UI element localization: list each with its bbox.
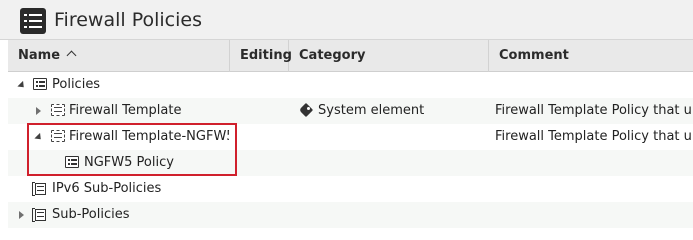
row-name: NGFW5 Policy bbox=[84, 155, 174, 170]
window-titlebar: Firewall Policies bbox=[0, 0, 693, 40]
tag-icon bbox=[298, 102, 314, 118]
column-header-label: Name bbox=[18, 48, 61, 63]
expand-arrow-icon[interactable] bbox=[36, 107, 41, 115]
column-header-comment[interactable]: Comment bbox=[489, 40, 693, 72]
tree-row-sub-policies[interactable]: Sub-Policies bbox=[8, 202, 693, 228]
policy-list-icon bbox=[65, 156, 79, 168]
template-policy-icon bbox=[51, 104, 65, 116]
row-name: Firewall Template-NGFW5 bbox=[69, 129, 229, 144]
tree-row-firewall-template-ngfw5[interactable]: Firewall Template-NGFW5 Firewall Templat… bbox=[8, 124, 693, 150]
page-title: Firewall Policies bbox=[54, 9, 202, 31]
tree-row-ipv6-sub-policies[interactable]: IPv6 Sub-Policies bbox=[8, 176, 693, 202]
row-name: Policies bbox=[52, 77, 101, 92]
template-policy-icon bbox=[51, 130, 65, 142]
tree-row-policies[interactable]: Policies bbox=[8, 72, 693, 98]
row-comment: Firewall Template Policy that u... bbox=[495, 129, 691, 144]
sub-policy-icon bbox=[32, 208, 46, 222]
collapse-arrow-icon[interactable] bbox=[17, 80, 27, 91]
row-category: System element bbox=[318, 103, 425, 118]
sort-ascending-icon[interactable] bbox=[66, 50, 77, 61]
policy-list-icon bbox=[33, 78, 47, 90]
expand-arrow-icon[interactable] bbox=[19, 211, 24, 219]
row-name: Sub-Policies bbox=[52, 207, 130, 222]
table-header: Name Editing Category Comment bbox=[8, 40, 693, 72]
row-comment: Firewall Template Policy that u... bbox=[495, 103, 691, 118]
row-name: Firewall Template bbox=[69, 103, 182, 118]
tree-row-ngfw5-policy[interactable]: NGFW5 Policy bbox=[8, 150, 693, 176]
column-header-editing[interactable]: Editing bbox=[230, 40, 292, 72]
tree-row-firewall-template[interactable]: Firewall Template System element Firewal… bbox=[8, 98, 693, 124]
sub-policy-icon bbox=[32, 182, 46, 196]
row-name: IPv6 Sub-Policies bbox=[52, 181, 162, 196]
column-header-name[interactable]: Name bbox=[8, 40, 230, 72]
policy-list-icon bbox=[20, 8, 46, 34]
collapse-arrow-icon[interactable] bbox=[34, 132, 44, 143]
column-header-category[interactable]: Category bbox=[289, 40, 489, 72]
